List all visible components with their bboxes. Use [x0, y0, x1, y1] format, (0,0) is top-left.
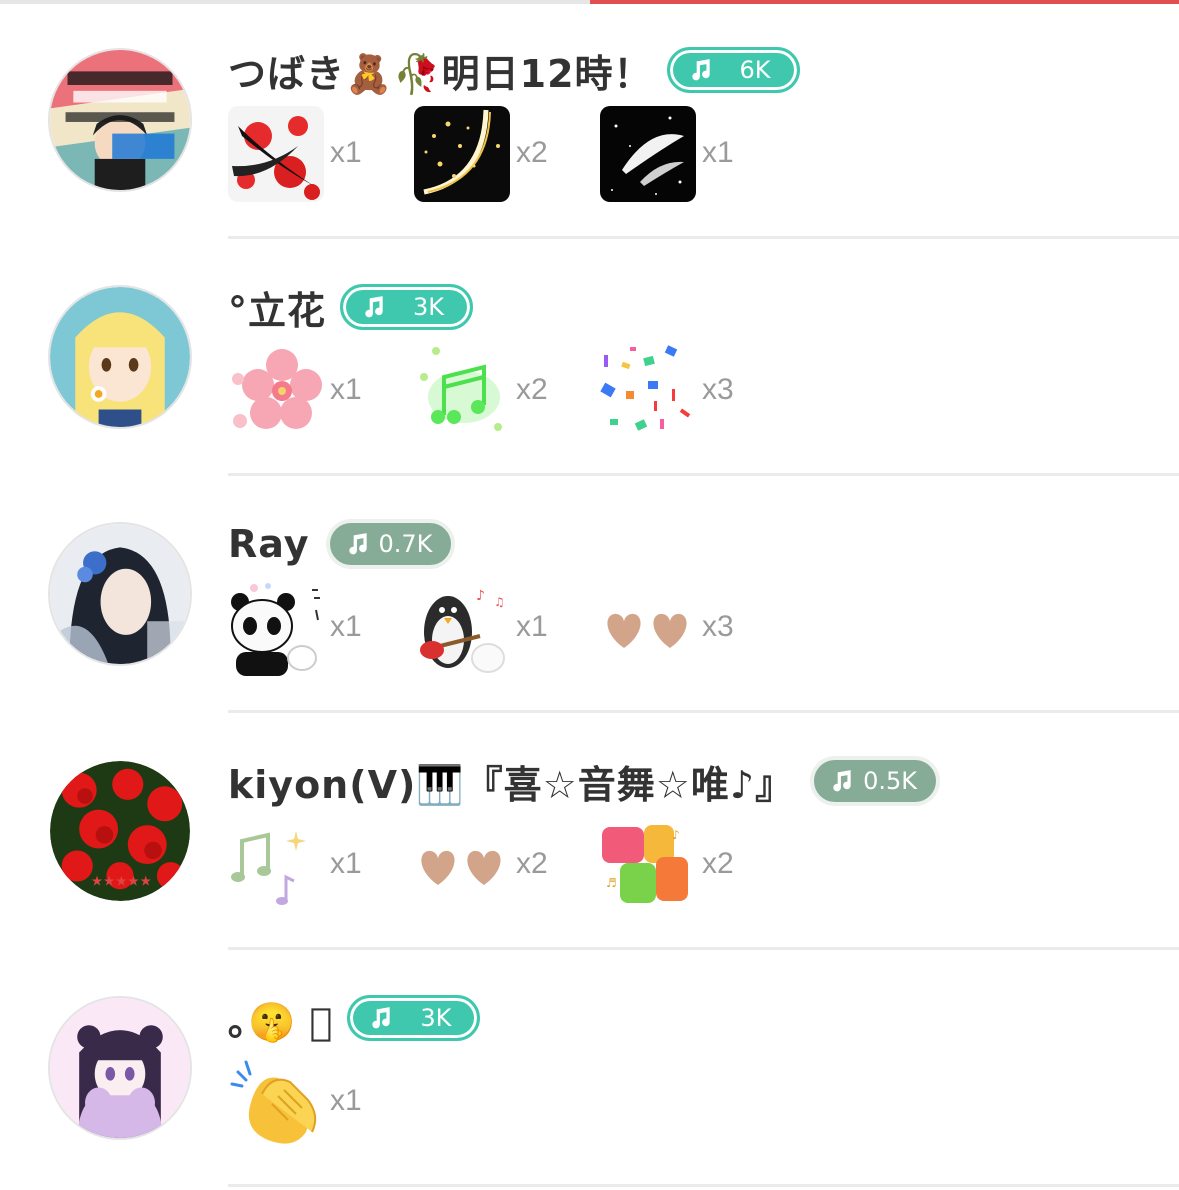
penguin-guitar-icon: ♪ ♫: [414, 580, 510, 676]
name-line: Ray 0.7K: [228, 514, 452, 574]
svg-text:♪: ♪: [672, 828, 680, 842]
gift-item: x1: [600, 106, 734, 206]
confetti-icon: [600, 343, 696, 439]
points-badge: 3K: [347, 995, 481, 1041]
gift-count: x1: [330, 1084, 362, 1117]
gift-item: x1: [228, 343, 362, 443]
gift-count: x1: [330, 847, 362, 880]
user-name[interactable]: ｡🤫 ﾟ: [228, 991, 333, 1046]
avatar[interactable]: [48, 48, 192, 192]
pastel-music-notes-icon: [228, 817, 324, 913]
gift-count: x2: [516, 373, 548, 406]
clapping-hands-icon: [228, 1054, 324, 1150]
white-feather-icon: [600, 106, 696, 202]
music-note-icon: [833, 770, 851, 792]
brown-hearts-icon: [414, 817, 510, 913]
svg-text:♫: ♫: [494, 595, 505, 609]
music-note-icon: [365, 296, 383, 318]
music-note-icon: [348, 533, 367, 555]
user-name[interactable]: つばき🧸🥀明日12時！: [228, 43, 653, 98]
name-line: kiyon(V)🎹『喜☆音舞☆唯♪』 0.5K: [228, 751, 936, 811]
gift-item: x2: [414, 343, 548, 443]
gift-item: ♪ ♫ x1: [414, 580, 548, 680]
points-value: 3K: [413, 293, 445, 321]
list-item[interactable]: °立花 3K x1 x2 x3: [0, 239, 1179, 476]
red-feathers-icon: [228, 106, 324, 202]
user-name[interactable]: °立花: [228, 280, 326, 335]
svg-text:♪: ♪: [476, 588, 485, 604]
neon-music-notes-icon: [414, 343, 510, 439]
golden-sparkle-arc-icon: [414, 106, 510, 202]
gift-item: x3: [600, 580, 734, 680]
svg-text:★★★★★: ★★★★★: [91, 873, 152, 889]
avatar[interactable]: [48, 522, 192, 666]
oshi-ari-text-icon: ♪ ♬: [600, 817, 696, 913]
points-badge: 0.5K: [814, 760, 936, 802]
gift-count: x1: [516, 610, 548, 643]
brown-hearts-icon: [600, 580, 696, 676]
sakura-flower-icon: [228, 343, 324, 439]
name-line: つばき🧸🥀明日12時！ 6K: [228, 40, 800, 100]
list-item[interactable]: Ray 0.7K x1 ♪ ♫ x1 x3: [0, 476, 1179, 713]
gift-item: x1: [228, 580, 362, 680]
name-line: ｡🤫 ﾟ 3K: [228, 988, 481, 1048]
points-badge: 0.7K: [329, 523, 452, 565]
svg-text:♬: ♬: [606, 876, 617, 890]
music-note-icon: [691, 59, 710, 81]
gift-item: x1: [228, 817, 362, 917]
gift-count: x1: [702, 136, 734, 169]
gift-count: x2: [516, 136, 548, 169]
avatar[interactable]: ★★★★★: [48, 759, 192, 903]
music-note-icon: [372, 1007, 391, 1029]
list-item[interactable]: つばき🧸🥀明日12時！ 6K x1 x2 x1: [0, 2, 1179, 239]
gift-count: x3: [702, 373, 734, 406]
gift-item: x2: [414, 106, 548, 206]
list-item[interactable]: ★★★★★ kiyon(V)🎹『喜☆音舞☆唯♪』 0.5K x1 x2 ♪ ♬ …: [0, 713, 1179, 950]
avatar[interactable]: [48, 996, 192, 1140]
gift-count: x1: [330, 136, 362, 169]
points-badge: 3K: [340, 284, 474, 330]
user-name[interactable]: Ray: [228, 522, 310, 566]
points-badge: 6K: [666, 47, 800, 93]
user-name[interactable]: kiyon(V)🎹『喜☆音舞☆唯♪』: [228, 754, 794, 809]
gift-item: x1: [228, 106, 362, 206]
gift-item: x2: [414, 817, 548, 917]
panda-sticker-icon: [228, 580, 324, 676]
gift-item: x3: [600, 343, 734, 443]
gift-count: x2: [516, 847, 548, 880]
points-value: 0.7K: [378, 530, 433, 558]
gift-item: x1: [228, 1054, 362, 1154]
gift-item: ♪ ♬ x2: [600, 817, 734, 917]
gift-count: x3: [702, 610, 734, 643]
points-value: 0.5K: [863, 767, 917, 795]
gift-count: x1: [330, 610, 362, 643]
name-line: °立花 3K: [228, 277, 474, 337]
points-value: 3K: [420, 1004, 452, 1032]
list-item[interactable]: ｡🤫 ﾟ 3K x1: [0, 950, 1179, 1187]
divider: [228, 1184, 1179, 1187]
gift-count: x1: [330, 373, 362, 406]
avatar[interactable]: [48, 285, 192, 429]
gift-count: x2: [702, 847, 734, 880]
points-value: 6K: [739, 56, 771, 84]
